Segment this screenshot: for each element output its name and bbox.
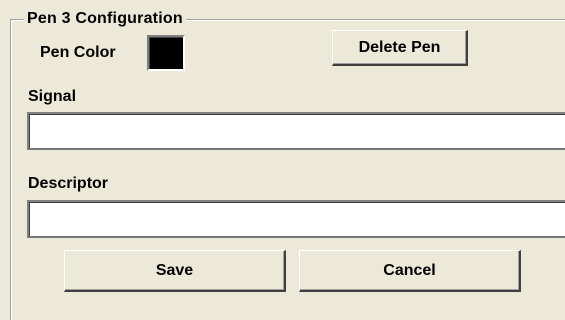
cancel-button[interactable]: Cancel [299,250,521,292]
descriptor-label: Descriptor [28,175,109,192]
signal-label: Signal [28,88,77,105]
pen-color-label: Pen Color [40,44,116,61]
pen-color-swatch-fill [149,37,183,69]
groupbox-title: Pen 3 Configuration [24,9,186,29]
delete-pen-button[interactable]: Delete Pen [332,30,468,66]
signal-input[interactable] [27,112,565,150]
save-button[interactable]: Save [64,250,286,292]
descriptor-input[interactable] [27,200,565,238]
pen-color-swatch[interactable] [147,35,185,71]
